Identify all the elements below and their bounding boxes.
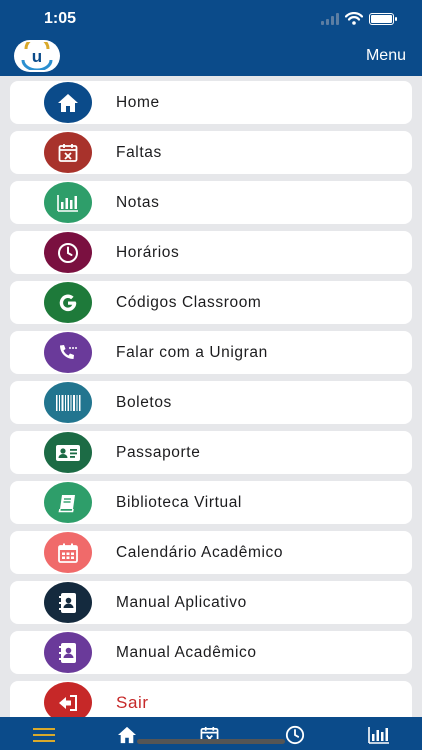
clock-icon	[58, 242, 78, 263]
menu-item-label: Manual Aplicativo	[116, 593, 247, 611]
menu-item-codigos-classroom[interactable]: Códigos Classroom	[10, 281, 412, 324]
menu-item-icon-circle	[44, 582, 92, 623]
menu-item-icon-circle	[44, 182, 92, 223]
logout-icon	[59, 694, 77, 711]
menu-item-label: Biblioteca Virtual	[116, 493, 242, 511]
menu-item-biblioteca-virtual[interactable]: Biblioteca Virtual	[10, 481, 412, 524]
menu-item-label: Passaporte	[116, 443, 201, 461]
menu-item-label: Notas	[116, 193, 160, 211]
unigran-logo[interactable]: u	[14, 40, 60, 72]
cellular-signal-icon	[321, 12, 339, 25]
menu-item-icon-circle	[44, 432, 92, 473]
tab-home[interactable]	[115, 725, 139, 745]
id-card-icon	[56, 444, 80, 461]
bar-chart-icon	[57, 194, 78, 212]
menu-item-calendario-academico[interactable]: Calendário Acadêmico	[10, 531, 412, 574]
menu-item-icon-circle	[44, 332, 92, 373]
app-header: 1:05 u Menu	[0, 0, 422, 76]
bar-chart-icon	[368, 727, 389, 744]
tab-horarios[interactable]	[283, 725, 307, 745]
menu-item-icon-circle	[44, 682, 92, 717]
page-title: Menu	[365, 47, 406, 64]
menu-item-icon-circle	[44, 632, 92, 673]
menu-item-manual-aplicativo[interactable]: Manual Aplicativo	[10, 581, 412, 624]
menu-item-horarios[interactable]: Horários	[10, 231, 412, 274]
phone-icon	[60, 344, 77, 359]
menu-item-label: Falar com a Unigran	[116, 343, 268, 361]
menu-item-label: Calendário Acadêmico	[116, 543, 284, 561]
tab-notas[interactable]	[367, 725, 391, 745]
clock-icon	[285, 725, 305, 745]
hamburger-icon	[33, 728, 55, 742]
menu-item-icon-circle	[44, 232, 92, 273]
menu-item-label: Horários	[116, 243, 180, 261]
bottom-tab-bar	[0, 717, 422, 750]
calendar-x-icon	[58, 143, 78, 162]
calendar-icon	[58, 543, 78, 563]
menu-item-icon-circle	[44, 482, 92, 523]
menu-item-icon-circle	[44, 132, 92, 173]
home-icon	[58, 93, 78, 112]
battery-icon	[369, 12, 397, 25]
tab-menu[interactable]	[32, 725, 56, 745]
status-icons	[321, 12, 397, 25]
menu-item-home[interactable]: Home	[10, 81, 412, 124]
menu-item-icon-circle	[44, 82, 92, 123]
menu-item-icon-circle	[44, 382, 92, 423]
google-icon	[59, 294, 77, 311]
menu-item-boletos[interactable]: Boletos	[10, 381, 412, 424]
barcode-icon	[56, 394, 81, 411]
menu-item-notas[interactable]: Notas	[10, 181, 412, 224]
menu-item-icon-circle	[44, 282, 92, 323]
home-icon	[118, 726, 136, 744]
home-indicator[interactable]	[137, 739, 285, 744]
menu-item-label: Manual Acadêmico	[116, 643, 257, 661]
menu-list: Home Faltas Notas Horários Códigos Class…	[10, 81, 412, 717]
contact-book-icon	[59, 592, 76, 613]
menu-item-falar-com-unigran[interactable]: Falar com a Unigran	[10, 331, 412, 374]
menu-item-faltas[interactable]: Faltas	[10, 131, 412, 174]
logo-letter: u	[32, 47, 42, 66]
menu-item-label: Boletos	[116, 393, 172, 411]
status-time: 1:05	[44, 10, 77, 27]
menu-item-sair[interactable]: Sair	[10, 681, 412, 717]
menu-item-icon-circle	[44, 532, 92, 573]
menu-item-label: Home	[116, 93, 160, 111]
menu-item-label: Sair	[116, 692, 149, 712]
book-icon	[58, 494, 75, 512]
menu-item-passaporte[interactable]: Passaporte	[10, 431, 412, 474]
wifi-icon	[345, 12, 363, 25]
menu-item-label: Códigos Classroom	[116, 293, 262, 311]
menu-item-manual-academico[interactable]: Manual Acadêmico	[10, 631, 412, 674]
menu-item-label: Faltas	[116, 143, 162, 161]
contact-book-icon	[59, 642, 76, 663]
